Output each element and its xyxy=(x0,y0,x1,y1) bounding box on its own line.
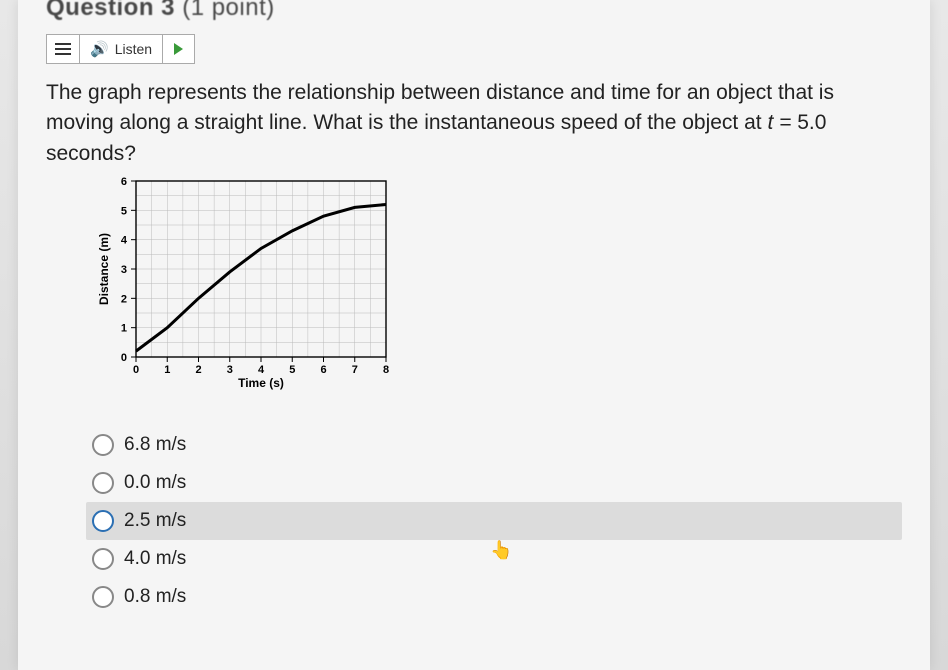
svg-text:3: 3 xyxy=(121,264,127,276)
distance-time-chart: 0 1 2 3 4 5 6 7 8 0 1 2 3 4 5 6 Time (s) Distance (m) xyxy=(96,173,396,398)
listen-label: Listen xyxy=(115,41,152,57)
svg-text:1: 1 xyxy=(164,364,170,376)
svg-text:6: 6 xyxy=(121,176,127,188)
answer-label: 2.5 m/s xyxy=(124,510,186,532)
menu-button[interactable] xyxy=(46,34,80,64)
svg-text:1: 1 xyxy=(121,323,127,335)
svg-text:7: 7 xyxy=(352,364,358,376)
answer-option[interactable]: 0.0 m/s xyxy=(86,464,902,502)
answer-option[interactable]: 0.8 m/s xyxy=(86,578,902,616)
answer-option[interactable]: 2.5 m/s xyxy=(86,502,902,540)
radio-icon xyxy=(92,472,114,494)
question-number: Question 3 xyxy=(46,0,175,21)
radio-icon xyxy=(92,548,114,570)
listen-button[interactable]: 🔊 Listen xyxy=(80,34,163,64)
svg-text:6: 6 xyxy=(320,364,326,376)
answer-label: 0.8 m/s xyxy=(124,586,186,608)
svg-text:5: 5 xyxy=(289,364,295,376)
svg-text:2: 2 xyxy=(121,294,127,306)
svg-text:4: 4 xyxy=(258,364,265,376)
prompt-t: t = xyxy=(767,111,791,134)
svg-text:5: 5 xyxy=(121,206,127,218)
chart-svg: 0 1 2 3 4 5 6 7 8 0 1 2 3 4 5 6 Time (s) Distance (m) xyxy=(96,173,396,393)
question-header: Question 3 (1 point) xyxy=(46,0,902,22)
svg-text:4: 4 xyxy=(121,235,128,247)
question-points: (1 point) xyxy=(182,0,275,21)
play-button[interactable] xyxy=(163,34,195,64)
answer-option[interactable]: 4.0 m/s xyxy=(86,540,902,578)
speaker-icon: 🔊 xyxy=(90,40,109,58)
answer-label: 4.0 m/s xyxy=(124,548,186,570)
hamburger-icon xyxy=(55,43,71,55)
question-prompt: The graph represents the relationship be… xyxy=(46,78,896,169)
radio-icon xyxy=(92,434,114,456)
svg-text:3: 3 xyxy=(227,364,233,376)
radio-icon xyxy=(92,586,114,608)
answer-label: 6.8 m/s xyxy=(124,434,186,456)
svg-text:Time (s): Time (s) xyxy=(238,376,284,390)
play-icon xyxy=(174,43,183,55)
svg-text:0: 0 xyxy=(133,364,139,376)
answer-list: 6.8 m/s 0.0 m/s 2.5 m/s 4.0 m/s 0.8 m/s xyxy=(86,426,902,616)
svg-text:8: 8 xyxy=(383,364,389,376)
radio-icon xyxy=(92,510,114,532)
svg-text:Distance (m): Distance (m) xyxy=(97,233,111,305)
svg-text:2: 2 xyxy=(195,364,201,376)
answer-label: 0.0 m/s xyxy=(124,472,186,494)
toolbar: 🔊 Listen xyxy=(46,34,902,64)
answer-option[interactable]: 6.8 m/s xyxy=(86,426,902,464)
prompt-text-1: The graph represents the relationship be… xyxy=(46,81,834,134)
svg-text:0: 0 xyxy=(121,352,127,364)
